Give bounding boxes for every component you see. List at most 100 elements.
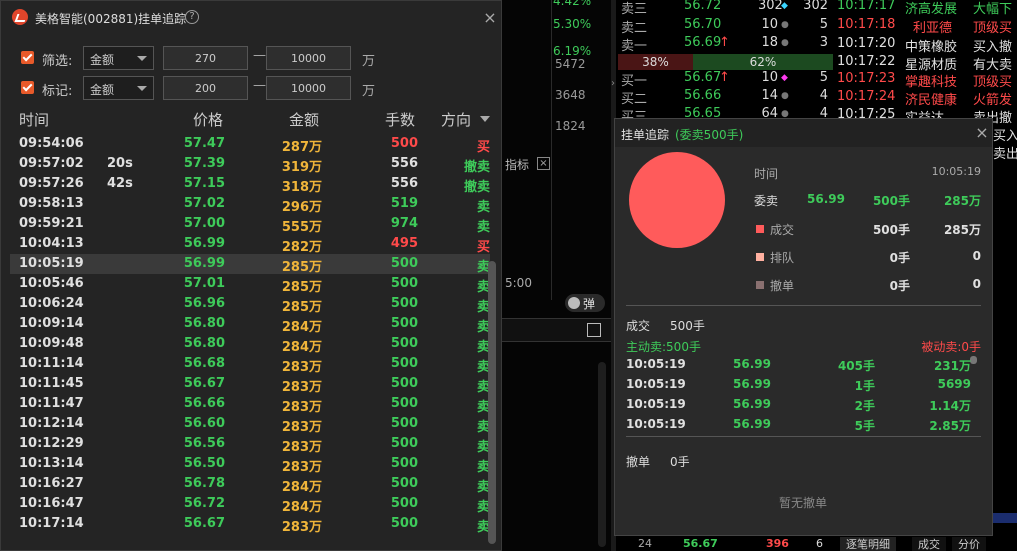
cell-time: 10:05:19 [19,256,84,271]
mark-field-select[interactable]: 金额 [83,76,154,100]
tape-row[interactable]: 10:17:23 掌趣科技 顶级买 [835,71,1017,90]
indicator-tag[interactable]: 指标 [505,156,529,173]
tab-price-levels[interactable]: 分价 [952,537,986,551]
active-sell-label: 主动卖:500手 [626,340,701,354]
filter-field-select[interactable]: 金额 [83,46,154,70]
table-row[interactable]: 09:57:02 20s 57.39 319万 556 撤卖 [10,154,490,175]
cell-price: 57.00 [183,216,225,231]
table-row[interactable]: 09:57:26 42s 57.15 318万 556 撤卖 [10,174,490,195]
table-row[interactable]: 10:12:29 56.56 283万 500 卖 [10,434,490,455]
column-header-amount[interactable]: 金额 [289,109,319,130]
cancelled-volume: 0手 [889,279,910,293]
mark-min-input[interactable] [163,76,248,100]
cell-amount: 319万 [281,160,322,175]
window-title: 美格智能(002881)挂单追踪 [35,12,187,26]
close-icon[interactable]: × [975,125,989,141]
deals-scrollbar[interactable] [970,356,977,364]
table-row[interactable]: 10:13:14 56.50 283万 500 卖 [10,454,490,475]
tape-row[interactable]: 10:17:18 利亚德 顶级买 [835,17,1017,36]
tab-deals[interactable]: 成交 [912,537,946,551]
layout-icon[interactable] [587,323,601,337]
table-row[interactable]: 10:05:19 56.99 285万 500 卖 [10,254,490,275]
deal-time: 10:05:19 [626,357,686,371]
cell-time: 10:11:14 [19,356,84,371]
column-header-time[interactable]: 时间 [19,109,49,130]
select-value: 金额 [90,53,115,67]
table-row[interactable]: 09:58:13 57.02 296万 519 卖 [10,194,490,215]
table-row[interactable]: 10:09:14 56.80 284万 500 卖 [10,314,490,335]
table-row[interactable]: 10:05:46 57.01 285万 500 卖 [10,274,490,295]
tape-tag: 顶级买 [973,75,1013,90]
column-header-price[interactable]: 价格 [193,109,223,130]
deal-time: 10:05:19 [626,397,686,411]
order-book-row: 买一 56.67 ↑ 10 ◆ 5 [618,70,833,89]
cell-amount: 284万 [281,340,322,355]
column-header-direction[interactable]: 方向 [441,109,471,130]
table-row[interactable]: 10:16:27 56.78 284万 500 卖 [10,474,490,495]
cell-amount: 287万 [281,140,322,155]
select-value: 金额 [90,83,115,97]
close-icon[interactable]: × [483,10,497,26]
cell-amount: 318万 [281,180,322,195]
filter-checkbox[interactable] [21,51,34,64]
deal-volume: 405手 [837,359,875,373]
empty-cancel-message: 暂无撤单 [779,496,828,510]
tape-tag: 买入撤 [993,129,1017,144]
dot-icon: ● [781,20,789,30]
sort-caret-icon[interactable] [480,116,490,122]
cell-direction: 卖 [476,400,490,415]
popup-title-bar[interactable]: 挂单追踪 (委卖500手) × [615,119,992,147]
tape-row[interactable]: 10:17:24 济民健康 火箭发 [835,89,1017,108]
cell-price: 57.47 [183,136,225,151]
cell-volume: 500 [390,276,418,291]
table-row[interactable]: 09:59:21 57.00 555万 974 卖 [10,214,490,235]
scrollbar[interactable] [598,362,606,547]
chart-volume-label: 5472 [555,57,586,71]
cell-direction: 卖 [476,440,490,455]
table-row[interactable]: 09:54:06 57.47 287万 500 买 [10,134,490,155]
table-row[interactable]: 10:16:47 56.72 284万 500 卖 [10,494,490,515]
table-row[interactable]: 10:11:45 56.67 283万 500 卖 [10,374,490,395]
table-row[interactable]: 10:11:14 56.68 283万 500 卖 [10,354,490,375]
cell-direction: 卖 [476,220,490,235]
mark-checkbox[interactable] [21,81,34,94]
tab-tick-detail[interactable]: 逐笔明细 [840,537,896,551]
fill-status-pie [629,152,725,248]
window-title-bar[interactable]: 美格智能(002881)挂单追踪 ? × [1,1,501,33]
tape-row[interactable]: 卖出撤 [993,143,1017,162]
filter-max-input[interactable] [266,46,351,70]
time-value: 10:05:19 [931,165,981,178]
mark-max-input[interactable] [266,76,351,100]
table-row[interactable]: 10:04:13 56.99 282万 495 买 [10,234,490,255]
cell-price: 57.02 [183,196,225,211]
indicator-close-icon[interactable]: × [537,157,550,170]
cell-direction: 买 [476,240,490,255]
help-icon[interactable]: ? [185,10,199,24]
table-scrollbar[interactable] [488,261,496,544]
cell-price: 56.96 [183,296,225,311]
column-header-volume[interactable]: 手数 [385,109,415,130]
tape-row[interactable]: 10:17:17 济高发展 大幅下 [835,0,1017,17]
cell-volume: 500 [390,396,418,411]
ob-count: 3 [819,35,828,50]
cell-amount: 285万 [281,260,322,275]
table-row[interactable]: 10:11:47 56.66 283万 500 卖 [10,394,490,415]
buy-ratio: 62% [693,54,833,70]
table-row[interactable]: 10:17:14 56.67 283万 500 卖 [10,514,490,535]
cell-volume: 556 [390,156,418,171]
tape-row[interactable]: 买入撤 [993,125,1017,144]
cell-direction: 卖 [476,360,490,375]
table-row[interactable]: 10:12:14 56.60 283万 500 卖 [10,414,490,435]
chart-percent-label: 4.42% [553,0,592,8]
bottom-price: 56.67 [683,537,718,550]
collapse-arrow-icon[interactable]: › [611,78,615,89]
filter-min-input[interactable] [163,46,248,70]
queued-amount: 0 [972,249,981,263]
table-row[interactable]: 10:09:48 56.80 284万 500 卖 [10,334,490,355]
table-row[interactable]: 10:06:24 56.96 285万 500 卖 [10,294,490,315]
popup-toggle[interactable]: 弹 [565,294,605,312]
divider [626,305,981,306]
cell-volume: 500 [390,376,418,391]
tape-row[interactable]: 10:17:20 中策橡胶 买入撤 [835,36,1017,55]
passive-sell-label: 被动卖:0手 [921,340,981,354]
